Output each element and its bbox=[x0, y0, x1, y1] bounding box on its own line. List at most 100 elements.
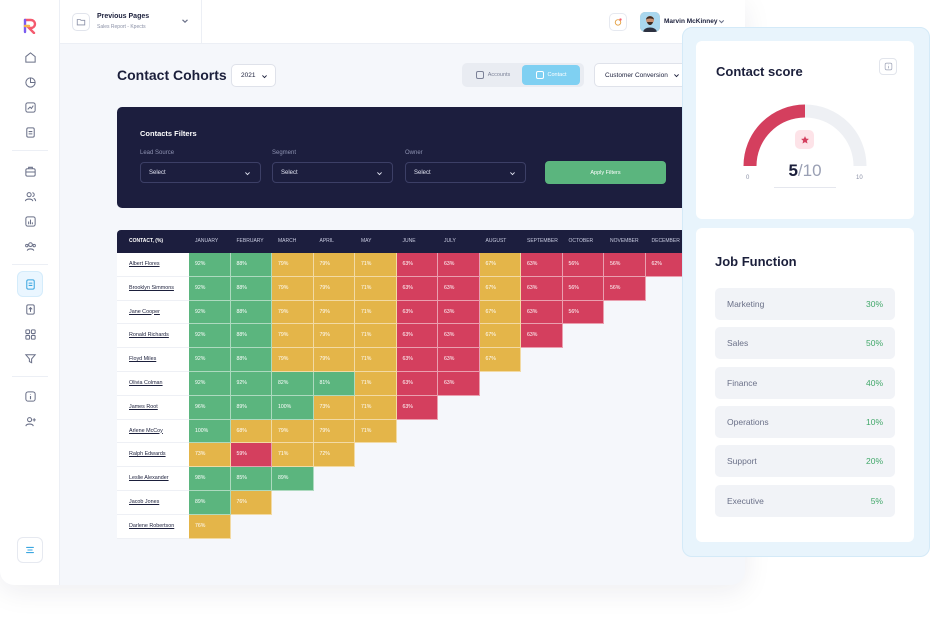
cohort-cell[interactable]: 98% bbox=[189, 467, 231, 491]
collapse-sidebar-button[interactable] bbox=[17, 537, 43, 563]
cohort-cell[interactable]: 79% bbox=[313, 419, 355, 444]
cohort-cell[interactable]: 67% bbox=[479, 276, 521, 301]
cohort-cell[interactable]: 88% bbox=[230, 276, 272, 301]
job-function-item[interactable]: Support 20% bbox=[715, 445, 895, 477]
cohort-row-name[interactable]: Olivia Colman bbox=[117, 372, 189, 396]
bar-chart-icon[interactable] bbox=[22, 213, 38, 229]
cohort-cell[interactable]: 89% bbox=[230, 395, 272, 420]
cohort-cell[interactable]: 79% bbox=[313, 348, 355, 372]
cohort-cell[interactable]: 71% bbox=[355, 348, 397, 372]
cohort-cell[interactable]: 89% bbox=[272, 467, 314, 491]
cohort-cell[interactable]: 92% bbox=[230, 372, 272, 396]
cohort-cell[interactable]: 100% bbox=[272, 395, 314, 420]
upload-icon[interactable] bbox=[22, 301, 38, 317]
cohort-cell[interactable]: 79% bbox=[313, 276, 355, 301]
cohort-cell[interactable]: 63% bbox=[438, 348, 480, 372]
team-icon[interactable] bbox=[22, 238, 38, 254]
cohort-cell[interactable]: 63% bbox=[521, 253, 563, 277]
cohort-cell[interactable]: 71% bbox=[272, 443, 314, 468]
cohort-cell[interactable]: 79% bbox=[272, 276, 314, 301]
cohort-cell[interactable]: 63% bbox=[438, 253, 480, 277]
chevron-down-icon[interactable] bbox=[717, 17, 726, 26]
cohort-row-name[interactable]: Jacob Jones bbox=[117, 491, 189, 515]
add-user-icon[interactable] bbox=[22, 413, 38, 429]
avatar[interactable] bbox=[640, 12, 660, 32]
cohort-cell[interactable]: 56% bbox=[604, 253, 646, 277]
filter-icon[interactable] bbox=[22, 350, 38, 366]
home-icon[interactable] bbox=[22, 49, 38, 65]
cohort-cell[interactable]: 71% bbox=[355, 253, 397, 277]
users-icon[interactable] bbox=[22, 188, 38, 204]
cohort-cell[interactable]: 89% bbox=[189, 491, 231, 515]
document-icon[interactable] bbox=[22, 124, 38, 140]
cohort-row-name[interactable]: Brooklyn Simmons bbox=[117, 276, 189, 301]
report-icon[interactable] bbox=[22, 276, 38, 292]
job-function-item[interactable]: Marketing 30% bbox=[715, 288, 895, 320]
conversion-select[interactable]: Customer Conversion bbox=[594, 63, 689, 87]
job-function-item[interactable]: Sales 50% bbox=[715, 327, 895, 359]
cohort-cell[interactable]: 76% bbox=[230, 491, 272, 515]
cohort-cell[interactable]: 62% bbox=[645, 253, 687, 277]
cohort-cell[interactable]: 79% bbox=[272, 253, 314, 277]
cohort-row-name[interactable]: Ronald Richards bbox=[117, 324, 189, 349]
cohort-cell[interactable]: 85% bbox=[230, 467, 272, 491]
cohort-cell[interactable]: 73% bbox=[189, 443, 231, 468]
cohort-cell[interactable]: 92% bbox=[189, 372, 231, 396]
cohort-cell[interactable]: 63% bbox=[396, 395, 438, 420]
cohort-cell[interactable]: 63% bbox=[396, 372, 438, 396]
cohort-cell[interactable]: 63% bbox=[396, 324, 438, 349]
previous-pages-picker[interactable]: Previous Pages Sales Report - Kpects bbox=[60, 0, 202, 44]
cohort-row-name[interactable]: Leslie Alexander bbox=[117, 467, 189, 491]
cohort-cell[interactable]: 63% bbox=[521, 300, 563, 325]
cohort-cell[interactable]: 96% bbox=[189, 395, 231, 420]
cohort-cell[interactable]: 92% bbox=[189, 276, 231, 301]
lead-source-select[interactable]: Select bbox=[140, 162, 261, 183]
notification-button[interactable] bbox=[609, 13, 627, 31]
year-select[interactable]: 2021 bbox=[231, 64, 276, 87]
cohort-cell[interactable]: 72% bbox=[313, 443, 355, 468]
pie-chart-icon[interactable] bbox=[22, 74, 38, 90]
cohort-cell[interactable]: 92% bbox=[189, 348, 231, 372]
cohort-row-name[interactable]: Arlene McCoy bbox=[117, 419, 189, 444]
grid-icon[interactable] bbox=[22, 326, 38, 342]
user-name[interactable]: Marvin McKinney bbox=[664, 18, 717, 25]
cohort-cell[interactable]: 71% bbox=[355, 395, 397, 420]
cohort-cell[interactable]: 79% bbox=[272, 419, 314, 444]
job-function-item[interactable]: Finance 40% bbox=[715, 367, 895, 399]
cohort-row-name[interactable]: Albert Flores bbox=[117, 253, 189, 277]
cohort-cell[interactable]: 56% bbox=[604, 276, 646, 301]
cohort-cell[interactable]: 63% bbox=[438, 276, 480, 301]
cohort-cell[interactable]: 79% bbox=[313, 253, 355, 277]
cohort-cell[interactable]: 67% bbox=[479, 348, 521, 372]
cohort-cell[interactable]: 92% bbox=[189, 300, 231, 325]
cohort-cell[interactable]: 88% bbox=[230, 253, 272, 277]
cohort-cell[interactable]: 63% bbox=[396, 276, 438, 301]
cohort-cell[interactable]: 56% bbox=[562, 276, 604, 301]
cohort-cell[interactable]: 71% bbox=[355, 276, 397, 301]
cohort-cell[interactable]: 79% bbox=[272, 348, 314, 372]
cohort-cell[interactable]: 88% bbox=[230, 348, 272, 372]
cohort-cell[interactable]: 63% bbox=[438, 372, 480, 396]
cohort-cell[interactable]: 63% bbox=[396, 348, 438, 372]
cohort-cell[interactable]: 92% bbox=[189, 324, 231, 349]
cohort-cell[interactable]: 88% bbox=[230, 300, 272, 325]
cohort-cell[interactable]: 67% bbox=[479, 253, 521, 277]
cohort-cell[interactable]: 81% bbox=[313, 372, 355, 396]
cohort-cell[interactable]: 63% bbox=[396, 253, 438, 277]
segment-select[interactable]: Select bbox=[272, 162, 393, 183]
cohort-cell[interactable]: 63% bbox=[521, 276, 563, 301]
info-icon[interactable] bbox=[22, 388, 38, 404]
cohort-row-name[interactable]: Floyd Miles bbox=[117, 348, 189, 372]
cohort-cell[interactable]: 63% bbox=[438, 300, 480, 325]
owner-select[interactable]: Select bbox=[405, 162, 526, 183]
cohort-row-name[interactable]: Darlene Robertson bbox=[117, 514, 189, 539]
cohort-row-name[interactable]: James Root bbox=[117, 395, 189, 420]
cohort-cell[interactable]: 79% bbox=[313, 300, 355, 325]
cohort-cell[interactable]: 71% bbox=[355, 300, 397, 325]
cohort-cell[interactable]: 56% bbox=[562, 300, 604, 325]
cohort-cell[interactable]: 67% bbox=[479, 300, 521, 325]
job-function-item[interactable]: Operations 10% bbox=[715, 406, 895, 438]
apply-filters-button[interactable]: Apply Filters bbox=[545, 161, 666, 184]
cohort-cell[interactable]: 79% bbox=[313, 324, 355, 349]
cohort-row-name[interactable]: Ralph Edwards bbox=[117, 443, 189, 468]
